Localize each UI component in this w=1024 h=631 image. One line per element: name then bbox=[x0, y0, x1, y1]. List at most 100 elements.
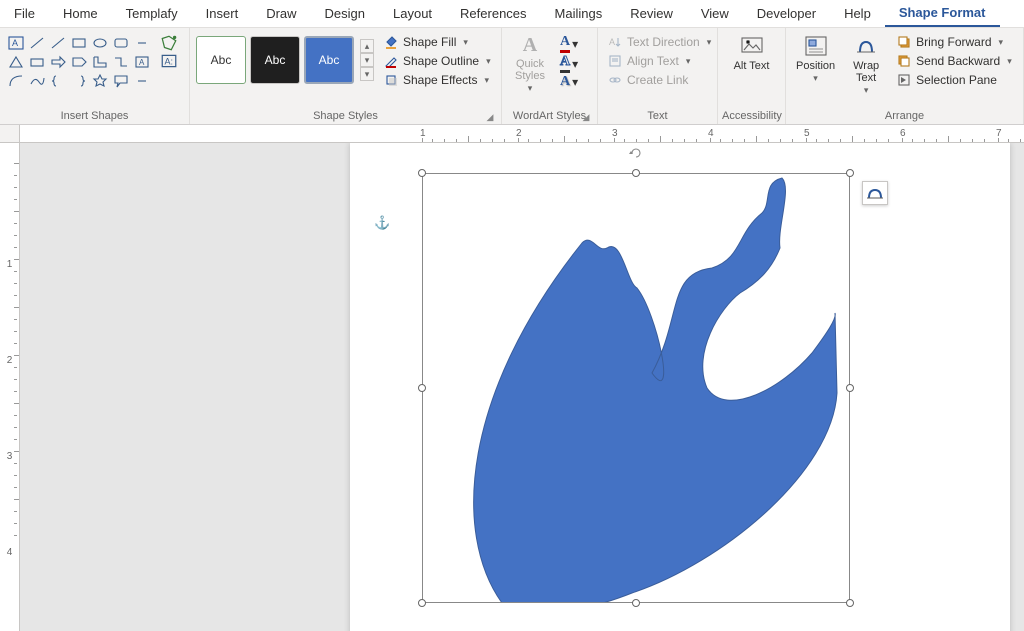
gallery-down-icon[interactable]: ▾ bbox=[360, 53, 374, 67]
text-direction-button[interactable]: A Text Direction▾ bbox=[606, 34, 713, 50]
tab-view[interactable]: View bbox=[687, 0, 743, 27]
shape-curve-icon[interactable] bbox=[27, 72, 47, 90]
shape-outline-button[interactable]: Shape Outline▾ bbox=[382, 53, 493, 69]
selection-box[interactable] bbox=[422, 173, 850, 603]
tab-design[interactable]: Design bbox=[311, 0, 379, 27]
handle-se[interactable] bbox=[846, 599, 854, 607]
ruler-vertical[interactable]: 1234 bbox=[0, 143, 20, 631]
ruler-v-tick: 1 bbox=[0, 259, 19, 270]
shape-outline-label: Shape Outline bbox=[403, 54, 479, 68]
handle-nw[interactable] bbox=[418, 169, 426, 177]
tab-shape-format[interactable]: Shape Format bbox=[885, 0, 1000, 27]
tab-templafy[interactable]: Templafy bbox=[112, 0, 192, 27]
shape-text-icon[interactable]: A bbox=[132, 53, 152, 71]
shape-line-icon[interactable] bbox=[27, 34, 47, 52]
shape-fill-button[interactable]: Shape Fill▾ bbox=[382, 34, 493, 50]
ruler-h-tick: 6 bbox=[900, 125, 906, 142]
tab-references[interactable]: References bbox=[446, 0, 540, 27]
shape-arrow-icon[interactable] bbox=[48, 53, 68, 71]
send-backward-button[interactable]: Send Backward▾ bbox=[895, 53, 1014, 69]
shape-effects-button[interactable]: Shape Effects▾ bbox=[382, 72, 493, 88]
shape-gallery[interactable]: A A bbox=[4, 30, 154, 94]
rotate-handle-icon[interactable] bbox=[628, 145, 644, 161]
align-text-button[interactable]: Align Text▾ bbox=[606, 53, 713, 69]
style-swatch-3[interactable]: Abc bbox=[304, 36, 354, 84]
tab-mailings[interactable]: Mailings bbox=[541, 0, 617, 27]
shape-diamond-icon[interactable] bbox=[27, 53, 47, 71]
group-label-shape-styles: Shape Styles◢ bbox=[194, 109, 497, 124]
shape-connector-icon[interactable] bbox=[111, 53, 131, 71]
text-fill-button[interactable]: A▾ bbox=[560, 34, 578, 53]
ruler-h-tick: 1 bbox=[420, 125, 426, 142]
bring-forward-label: Bring Forward bbox=[916, 35, 991, 49]
ruler-horizontal[interactable]: 1234567 bbox=[20, 125, 1024, 143]
create-link-label: Create Link bbox=[627, 73, 688, 87]
create-link-button[interactable]: Create Link bbox=[606, 72, 713, 88]
shape-star-icon[interactable] bbox=[90, 72, 110, 90]
handle-s[interactable] bbox=[632, 599, 640, 607]
ruler-h-tick: 3 bbox=[612, 125, 618, 142]
tab-home[interactable]: Home bbox=[49, 0, 112, 27]
shape-brace-icon[interactable] bbox=[48, 72, 68, 90]
gallery-more-icon[interactable]: ▾ bbox=[360, 67, 374, 81]
shape-more2-icon[interactable] bbox=[132, 72, 152, 90]
group-label-accessibility: Accessibility bbox=[722, 109, 781, 124]
text-effects-button[interactable]: A▾ bbox=[560, 74, 578, 90]
quick-styles-button[interactable]: A Quick Styles▾ bbox=[506, 30, 554, 98]
bring-forward-button[interactable]: Bring Forward▾ bbox=[895, 34, 1014, 50]
shape-line2-icon[interactable] bbox=[48, 34, 68, 52]
edit-shape-icon[interactable] bbox=[160, 34, 178, 52]
group-shape-styles: Abc Abc Abc ▴ ▾ ▾ Shape Fill▾ Shape Outl… bbox=[190, 28, 502, 124]
tab-draw[interactable]: Draw bbox=[252, 0, 310, 27]
handle-sw[interactable] bbox=[418, 599, 426, 607]
text-direction-label: Text Direction bbox=[627, 35, 700, 49]
document-page[interactable]: ⚓ bbox=[350, 143, 1010, 631]
shape-rect-icon[interactable] bbox=[69, 34, 89, 52]
shape-lshape-icon[interactable] bbox=[90, 53, 110, 71]
handle-ne[interactable] bbox=[846, 169, 854, 177]
group-wordart-styles: A Quick Styles▾ A▾ A▾ A▾ WordArt Styles◢ bbox=[502, 28, 598, 124]
text-outline-button[interactable]: A▾ bbox=[560, 54, 578, 73]
tab-layout[interactable]: Layout bbox=[379, 0, 446, 27]
ruler-h-tick: 5 bbox=[804, 125, 810, 142]
handle-n[interactable] bbox=[632, 169, 640, 177]
handle-w[interactable] bbox=[418, 384, 426, 392]
alt-text-button[interactable]: Alt Text bbox=[728, 30, 776, 76]
position-button[interactable]: Position▾ bbox=[790, 30, 841, 88]
shape-more-icon[interactable] bbox=[132, 34, 152, 52]
gallery-up-icon[interactable]: ▴ bbox=[360, 39, 374, 53]
tab-insert[interactable]: Insert bbox=[192, 0, 253, 27]
group-label-text: Text bbox=[602, 109, 713, 124]
shape-ellipse-icon[interactable] bbox=[90, 34, 110, 52]
group-insert-shapes: A A bbox=[0, 28, 190, 124]
style-gallery-scroll[interactable]: ▴ ▾ ▾ bbox=[360, 39, 374, 81]
alt-text-label: Alt Text bbox=[734, 60, 770, 72]
wrap-text-button[interactable]: Wrap Text▾ bbox=[843, 30, 889, 100]
tab-review[interactable]: Review bbox=[616, 0, 687, 27]
ruler-h-tick: 4 bbox=[708, 125, 714, 142]
shape-styles-launcher-icon[interactable]: ◢ bbox=[485, 112, 495, 122]
shape-callout-icon[interactable] bbox=[111, 72, 131, 90]
style-swatch-1[interactable]: Abc bbox=[196, 36, 246, 84]
style-swatch-2[interactable]: Abc bbox=[250, 36, 300, 84]
selection-pane-button[interactable]: Selection Pane bbox=[895, 72, 1014, 88]
tab-developer[interactable]: Developer bbox=[743, 0, 830, 27]
layout-options-button[interactable] bbox=[862, 181, 888, 205]
group-accessibility: Alt Text Accessibility bbox=[718, 28, 786, 124]
tab-file[interactable]: File bbox=[0, 0, 49, 27]
shape-triangle-icon[interactable] bbox=[6, 53, 26, 71]
shape-arc-icon[interactable] bbox=[6, 72, 26, 90]
textbox-icon[interactable]: A: bbox=[160, 52, 178, 70]
tab-help[interactable]: Help bbox=[830, 0, 885, 27]
shape-roundrect-icon[interactable] bbox=[111, 34, 131, 52]
svg-text:A: A bbox=[12, 38, 18, 48]
shape-textbox-icon[interactable]: A bbox=[6, 34, 26, 52]
ribbon: A A bbox=[0, 28, 1024, 125]
shape-brace2-icon[interactable] bbox=[69, 72, 89, 90]
wordart-launcher-icon[interactable]: ◢ bbox=[581, 112, 591, 122]
shape-style-gallery[interactable]: Abc Abc Abc ▴ ▾ ▾ bbox=[194, 30, 376, 90]
document-workspace[interactable]: ⚓ bbox=[20, 143, 1024, 631]
svg-text:A:: A: bbox=[165, 56, 174, 66]
handle-e[interactable] bbox=[846, 384, 854, 392]
shape-pentagon-icon[interactable] bbox=[69, 53, 89, 71]
